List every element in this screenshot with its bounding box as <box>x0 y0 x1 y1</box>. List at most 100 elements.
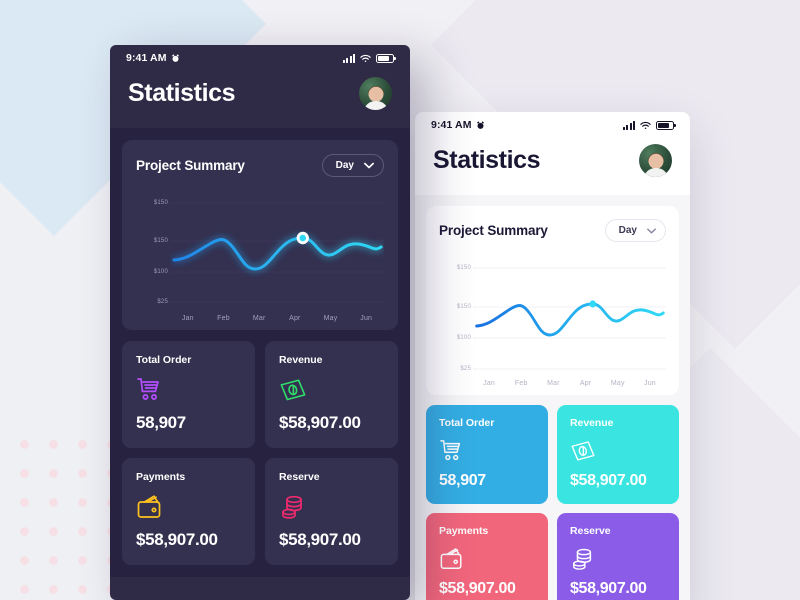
coins-icon <box>570 546 666 572</box>
dark-stat-card-revenue[interactable]: Revenue $58,907.00 <box>265 341 398 448</box>
light-stat-card-reserve[interactable]: Reserve $58,907.00 <box>557 513 679 600</box>
avatar-face <box>648 153 663 169</box>
light-stat-label: Reserve <box>570 525 611 537</box>
light-chart-svg <box>473 267 666 370</box>
bg-dot-pattern <box>6 424 124 600</box>
signal-bars-icon <box>342 53 355 63</box>
x-tick: Feb <box>514 380 528 387</box>
dark-stat-value: $58,907.00 <box>279 530 361 549</box>
light-chart-plot: $150 $150 $100 $25 <box>439 254 666 374</box>
light-stat-card-revenue[interactable]: Revenue $58,907.00 <box>557 405 679 504</box>
x-tick: Jan <box>483 380 496 387</box>
screenshot-stage: 9:41 AM Statistics Project Summary Day $… <box>0 0 800 600</box>
light-period-label: Day <box>618 225 637 236</box>
dark-stat-value: $58,907.00 <box>279 413 361 432</box>
y-tick: $150 <box>153 237 168 244</box>
y-tick: $25 <box>157 299 168 306</box>
dark-stat-card-reserve[interactable]: Reserve $58,907.00 <box>265 458 398 565</box>
avatar-body <box>643 168 668 177</box>
light-user-avatar[interactable] <box>639 144 672 177</box>
dark-summary-card: Project Summary Day $150 $150 $100 $25 J… <box>122 140 398 330</box>
x-tick: Mar <box>252 315 266 322</box>
light-stat-label: Total Order <box>439 417 495 429</box>
y-tick: $150 <box>153 200 168 207</box>
light-chart-x-axis: Jan Feb Mar Apr May Jun <box>473 380 666 387</box>
coins-icon <box>279 493 384 521</box>
signal-bars-icon <box>622 120 635 130</box>
dark-period-label: Day <box>335 160 354 171</box>
y-tick: $100 <box>456 335 471 341</box>
dark-status-time: 9:41 AM <box>126 52 167 64</box>
dark-stat-label: Total Order <box>136 354 192 366</box>
dark-theme-phone: 9:41 AM Statistics Project Summary Day $… <box>110 45 410 600</box>
light-stat-grid: Total Order 58,907 Revenue $58,907.00 Pa… <box>426 405 679 600</box>
dark-chart-plot: $150 $150 $100 $25 <box>136 189 384 307</box>
dark-header: Statistics <box>110 71 410 128</box>
x-tick: Feb <box>217 315 230 322</box>
dark-summary-header: Project Summary Day <box>136 154 384 177</box>
dark-user-avatar[interactable] <box>359 77 392 110</box>
dark-stat-label: Reserve <box>279 471 320 483</box>
dark-stat-value: $58,907.00 <box>136 530 218 549</box>
dark-chart-svg <box>170 202 384 303</box>
x-tick: Jan <box>181 315 194 322</box>
light-phone-body: Project Summary Day $150 $150 $100 $25 J… <box>415 195 690 600</box>
light-theme-phone: 9:41 AM Statistics Project Summary Day $… <box>415 112 690 600</box>
light-stat-value: $58,907.00 <box>439 580 516 597</box>
chevron-down-icon <box>364 162 374 169</box>
alarm-icon <box>171 54 180 63</box>
x-tick: Apr <box>289 315 301 322</box>
light-stat-label: Payments <box>439 525 489 537</box>
light-summary-title: Project Summary <box>439 223 548 238</box>
dark-phone-body: Project Summary Day $150 $150 $100 $25 J… <box>110 128 410 577</box>
light-status-time: 9:41 AM <box>431 119 472 131</box>
shopping-cart-icon <box>439 438 535 464</box>
light-stat-value: 58,907 <box>439 472 486 489</box>
money-bill-icon <box>570 438 666 464</box>
dark-stat-grid: Total Order 58,907 Revenue $58,907.00 Pa… <box>122 341 398 565</box>
light-summary-header: Project Summary Day <box>439 219 666 242</box>
x-tick: May <box>323 315 338 322</box>
y-tick: $25 <box>460 366 471 373</box>
dark-summary-title: Project Summary <box>136 158 245 173</box>
light-chart-y-axis: $150 $150 $100 $25 <box>439 254 473 374</box>
battery-icon <box>656 120 676 130</box>
light-stat-card-total-order[interactable]: Total Order 58,907 <box>426 405 548 504</box>
dark-chart: $150 $150 $100 $25 Jan Feb Mar Apr May J… <box>136 189 384 322</box>
x-tick: Mar <box>547 380 560 387</box>
dark-stat-card-total-order[interactable]: Total Order 58,907 <box>122 341 255 448</box>
light-page-title: Statistics <box>433 146 541 174</box>
y-tick: $150 <box>456 265 471 272</box>
dark-chart-y-axis: $150 $150 $100 $25 <box>136 189 170 307</box>
light-stat-label: Revenue <box>570 417 614 429</box>
dark-stat-value: 58,907 <box>136 413 186 432</box>
battery-icon <box>376 53 396 63</box>
avatar-face <box>368 86 383 102</box>
x-tick: Jun <box>360 315 373 322</box>
light-period-dropdown[interactable]: Day <box>604 219 666 242</box>
wallet-icon <box>439 546 535 572</box>
dark-status-bar: 9:41 AM <box>110 45 410 71</box>
light-stat-value: $58,907.00 <box>570 580 647 597</box>
light-stat-card-payments[interactable]: Payments $58,907.00 <box>426 513 548 600</box>
x-tick: Apr <box>579 380 592 387</box>
light-summary-card: Project Summary Day $150 $150 $100 $25 J… <box>426 206 679 395</box>
dark-stat-label: Payments <box>136 471 186 483</box>
wifi-icon <box>360 54 371 63</box>
y-tick: $100 <box>153 268 168 275</box>
light-stat-value: $58,907.00 <box>570 472 647 489</box>
dark-chart-x-axis: Jan Feb Mar Apr May Jun <box>170 315 384 322</box>
light-chart: $150 $150 $100 $25 Jan Feb Mar Apr May J… <box>439 254 666 387</box>
x-tick: Jun <box>644 380 656 387</box>
dark-stat-label: Revenue <box>279 354 323 366</box>
money-bill-icon <box>279 376 384 404</box>
avatar-body <box>363 101 388 110</box>
dark-period-dropdown[interactable]: Day <box>321 154 384 177</box>
y-tick: $150 <box>456 303 471 310</box>
dark-page-title: Statistics <box>128 79 236 107</box>
alarm-icon <box>476 121 485 130</box>
chevron-down-icon <box>647 227 656 234</box>
x-tick: May <box>610 380 625 387</box>
wifi-icon <box>640 121 651 130</box>
dark-stat-card-payments[interactable]: Payments $58,907.00 <box>122 458 255 565</box>
